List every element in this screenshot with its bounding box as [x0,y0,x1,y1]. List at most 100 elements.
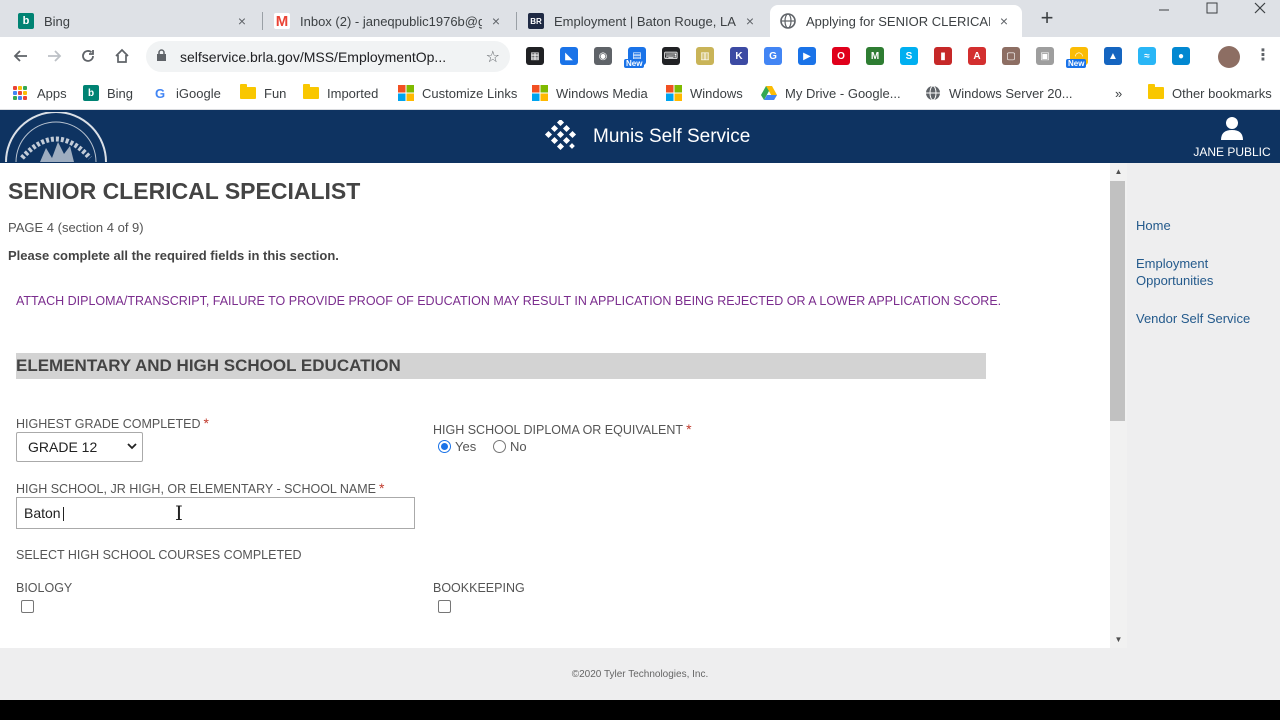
bookmark-fun[interactable]: Fun [240,83,286,103]
camera-icon[interactable]: ◉ [594,47,612,65]
highest-grade-label: HIGHEST GRADE COMPLETED * [16,415,209,431]
folder-icon [1148,84,1164,99]
opera-icon[interactable]: O [832,47,850,65]
diploma-yes-radio[interactable]: Yes [438,439,476,454]
school-name-input[interactable]: Baton [16,497,415,529]
skype-icon[interactable]: S [900,47,918,65]
rainbow-icon[interactable]: ◠ New [1066,47,1088,68]
bookmark-label: Windows Media [556,85,648,101]
bookmark-label: Bing [107,85,134,101]
close-icon[interactable]: × [996,13,1012,29]
radio-unselected[interactable] [493,440,506,453]
translate-icon[interactable]: G [764,47,782,65]
sidebar-link-vendor-self-service[interactable]: Vendor Self Service [1136,310,1250,327]
bookmark-label: Customize Links [422,85,518,101]
bookmark-windows-server[interactable]: Windows Server 20... [925,83,1073,103]
sidebar-link-home[interactable]: Home [1136,217,1171,234]
circle-icon[interactable]: ● [1172,47,1190,65]
city-seal-logo[interactable] [2,112,110,162]
address-bar[interactable]: selfservice.brla.gov/MSS/EmploymentOp...… [146,41,510,72]
bookmark-windows[interactable]: Windows [666,83,743,103]
biology-checkbox[interactable] [21,600,34,613]
text-caret [62,507,64,522]
url-text[interactable]: selfservice.brla.gov/MSS/EmploymentOp... [180,49,486,65]
maximize-icon[interactable] [1188,0,1236,30]
pdf-icon[interactable]: A [968,47,986,65]
bookkeeping-checkbox[interactable] [438,600,451,613]
arrow-icon[interactable]: ◣ [560,47,578,65]
bookmark-imported[interactable]: Imported [303,83,378,103]
k-icon[interactable]: K [730,47,748,65]
tab-title: Bing [44,13,71,29]
cap-icon[interactable]: ▲ [1104,47,1122,65]
lock-icon[interactable] [156,48,172,65]
tab-bing[interactable]: b Bing × [8,5,260,37]
folder-icon [240,84,256,99]
wave-icon[interactable]: ≈ [1138,47,1156,65]
page-scrollbar[interactable]: ▲ ▼ [1110,163,1127,648]
globe-icon [925,85,941,101]
bookmark-star-icon[interactable]: ☆ [486,47,500,67]
app-header: Munis Self Service JANE PUBLIC [0,110,1280,163]
ibeam-cursor-icon: I [175,501,183,525]
bookmarks-bar: Apps b Bing G iGoogle Fun Imported Custo… [0,76,1280,110]
radio-selected[interactable] [438,440,451,453]
required-mark: * [203,415,209,431]
tab-title: Inbox (2) - janeqpublic1976b@gm [300,13,482,29]
label-text: HIGHEST GRADE COMPLETED [16,417,201,431]
bookmark-my-drive[interactable]: My Drive - Google... [761,83,901,103]
window-icon[interactable]: ▢ [1002,47,1020,65]
tab-title: Applying for SENIOR CLERICAL S [806,13,990,29]
map-icon[interactable]: M [866,47,884,65]
notepad-icon[interactable]: ▥ [696,47,714,65]
avatar[interactable] [1218,46,1240,68]
close-icon[interactable]: × [742,13,758,29]
required-message: Please complete all the required fields … [8,248,339,263]
bookmark-other-bookmarks[interactable]: Other bookmarks [1148,83,1272,103]
bookmark-windows-media[interactable]: Windows Media [532,83,648,103]
menu-dots-icon[interactable]: ⋮ [1254,46,1272,64]
bookmarks-overflow-button[interactable]: » [1115,83,1122,103]
grid-icon[interactable]: ▦ [526,47,544,65]
bookmark-label: Imported [327,85,379,101]
diploma-no-radio[interactable]: No [493,439,527,454]
book-icon[interactable]: ▮ [934,47,952,65]
scrollbar-thumb[interactable] [1110,181,1125,421]
browser-toolbar: selfservice.brla.gov/MSS/EmploymentOp...… [0,37,1280,76]
video-icon[interactable]: ▶ [798,47,816,65]
bookmark-igoogle[interactable]: G iGoogle [152,83,221,103]
puzzle-icon[interactable]: ▣ [1036,47,1054,65]
tab-employment[interactable]: BR Employment | Baton Rouge, LA × [518,5,768,37]
highest-grade-select[interactable]: GRADE 12 [16,432,143,462]
bookmark-label: Apps [37,85,67,101]
input-value: Baton [24,505,61,521]
folder-icon [303,84,319,99]
munis-logo-icon [544,120,577,151]
tab-separator [516,12,517,30]
scroll-up-icon[interactable]: ▲ [1110,163,1127,180]
scroll-down-icon[interactable]: ▼ [1110,631,1127,648]
radio-label: No [510,439,527,454]
notes-icon[interactable]: ▤ New [624,47,646,68]
keyboard-icon[interactable]: ⌨ [662,47,680,65]
tab-inbox[interactable]: M Inbox (2) - janeqpublic1976b@gm × [264,5,514,37]
close-icon[interactable]: × [488,13,504,29]
reload-icon[interactable] [77,46,99,68]
sidebar-link-employment-opportunities[interactable]: Employment Opportunities [1136,255,1266,289]
main-content: SENIOR CLERICAL SPECIALIST PAGE 4 (secti… [0,163,1110,648]
bookmark-label: My Drive - Google... [785,85,901,101]
minimize-icon[interactable] [1140,0,1188,30]
new-tab-button[interactable]: + [1036,7,1058,30]
brand: Munis Self Service [543,120,750,154]
forward-icon[interactable] [43,46,65,68]
user-menu[interactable]: JANE PUBLIC [1192,116,1272,159]
bookmark-customize-links[interactable]: Customize Links [398,83,517,103]
google-icon: G [152,85,168,101]
tab-applying[interactable]: Applying for SENIOR CLERICAL S × [770,5,1022,37]
bookmark-apps[interactable]: Apps [13,83,67,103]
bookmark-bing[interactable]: b Bing [83,83,133,103]
close-window-icon[interactable] [1236,0,1280,30]
home-icon[interactable] [111,46,133,68]
back-icon[interactable] [10,46,32,68]
close-icon[interactable]: × [234,13,250,29]
